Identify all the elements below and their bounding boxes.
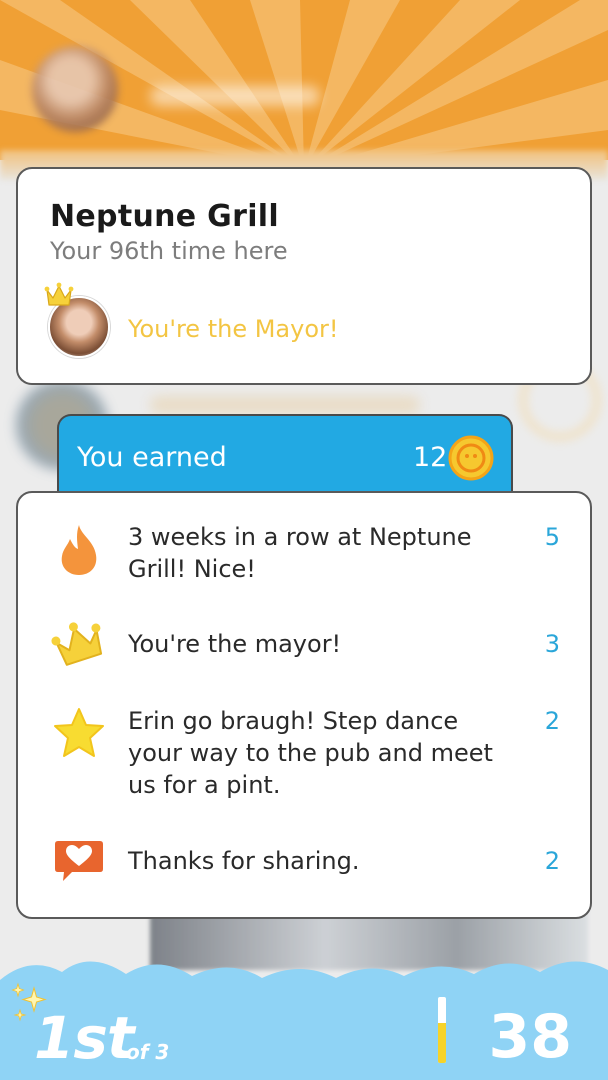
star-icon: [54, 708, 104, 757]
earned-total: 12: [413, 442, 448, 473]
crown-icon: [44, 282, 74, 306]
reward-points: 5: [544, 523, 560, 551]
reward-points: 2: [544, 847, 560, 875]
background-header: [0, 0, 608, 160]
rewards-card: 3 weeks in a row at Neptune Grill! Nice!…: [16, 491, 592, 919]
flame-icon: [61, 525, 97, 575]
reward-row: 3 weeks in a row at Neptune Grill! Nice!…: [18, 521, 594, 591]
score-progress-fill: [438, 1023, 446, 1063]
reward-text: 3 weeks in a row at Neptune Grill! Nice!: [128, 523, 472, 583]
reward-text: Erin go braugh! Step dance your way to t…: [128, 707, 493, 799]
venue-card[interactable]: Neptune Grill Your 96th time here You're…: [16, 167, 592, 385]
reward-text: You're the mayor!: [128, 630, 342, 658]
reward-row: You're the mayor! 3: [18, 622, 594, 668]
checkin-screen: Neptune Grill Your 96th time here You're…: [0, 0, 608, 1080]
heart-speech-icon: [55, 841, 103, 881]
rank-position: 1st: [34, 1004, 135, 1072]
coin-icon: [448, 435, 494, 481]
background-avatar: [32, 46, 118, 132]
reward-text: Thanks for sharing.: [128, 847, 360, 875]
venue-name: Neptune Grill: [50, 199, 279, 234]
earned-label: You earned: [77, 442, 227, 473]
visit-count: Your 96th time here: [50, 237, 288, 265]
rank-of-total: of 3: [126, 1040, 170, 1064]
background-blurred-text: [150, 86, 320, 106]
reward-row: Erin go braugh! Step dance your way to t…: [18, 705, 594, 805]
score-value: 38: [488, 1002, 573, 1072]
mayor-status: You're the Mayor!: [128, 315, 339, 343]
crown-icon: [51, 622, 103, 666]
background-blurred-line: [150, 396, 420, 414]
reward-points: 2: [544, 707, 560, 735]
reward-points: 3: [544, 630, 560, 658]
reward-row: Thanks for sharing. 2: [18, 841, 594, 885]
score-progress-bar: [438, 997, 446, 1063]
